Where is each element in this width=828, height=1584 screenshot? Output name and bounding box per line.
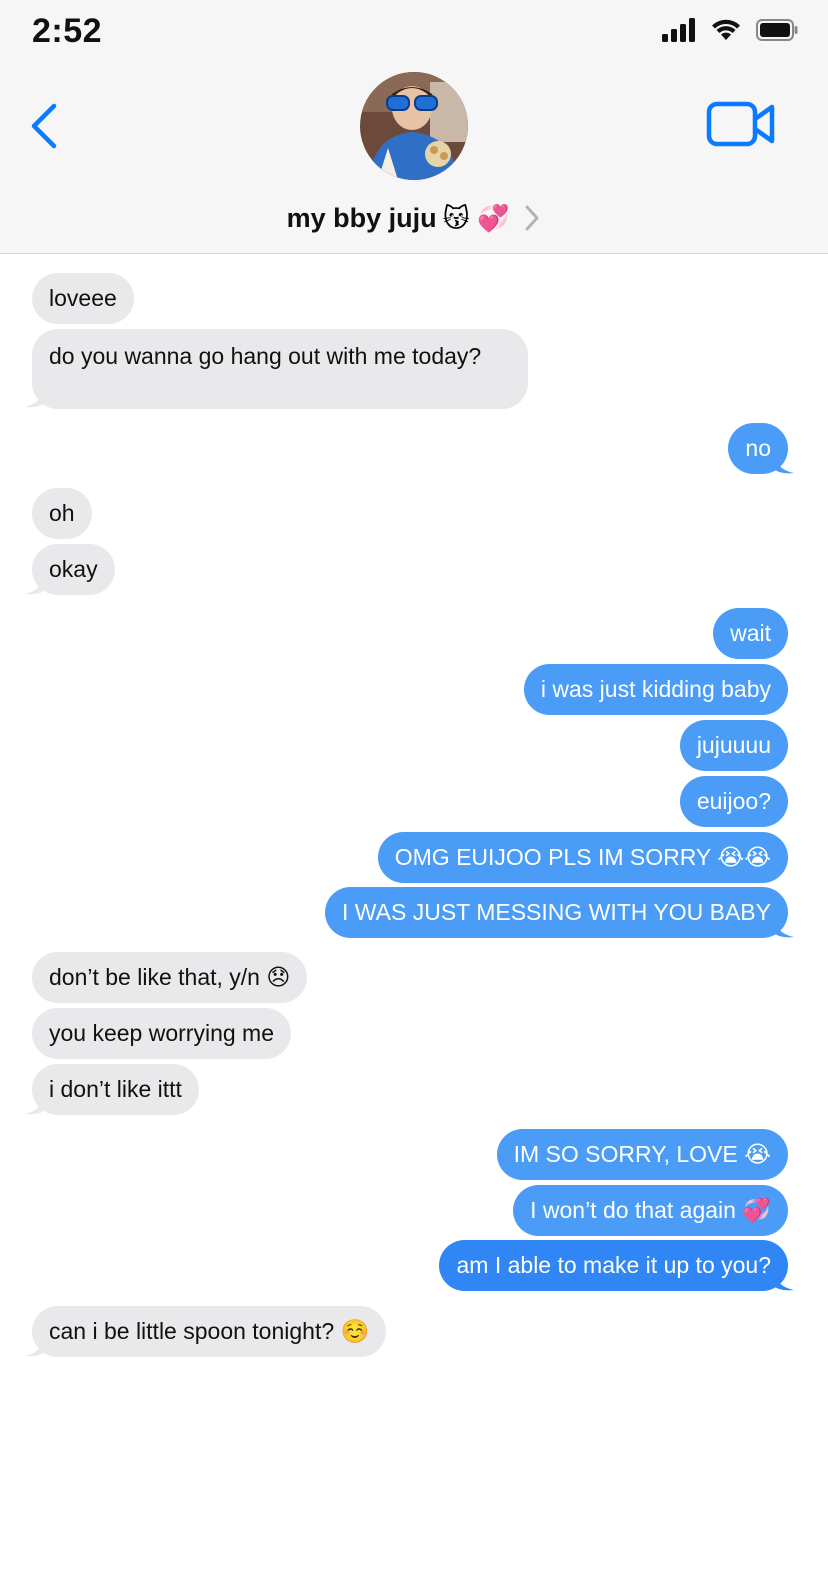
cellular-signal-icon: [662, 18, 695, 42]
back-button[interactable]: [26, 100, 66, 152]
outgoing-bubble-tail: [770, 915, 794, 938]
incoming-message[interactable]: do you wanna go hang out with me today?: [32, 329, 528, 409]
outgoing-bubble-tail: [770, 451, 794, 474]
outgoing-message[interactable]: i was just kidding baby: [523, 664, 788, 715]
outgoing-message[interactable]: wait: [713, 608, 788, 659]
conversation-header: 2:52 my bby juju 😽 💞: [0, 0, 828, 254]
message-row: you keep worrying me: [0, 1008, 828, 1060]
status-icons: [662, 18, 798, 42]
message-row: loveee: [0, 273, 828, 325]
message-row: oh: [0, 488, 828, 540]
message-row: don’t be like that, y/n 😞: [0, 952, 828, 1004]
outgoing-message[interactable]: am I able to make it up to you?: [439, 1240, 788, 1291]
incoming-message[interactable]: you keep worrying me: [32, 1008, 291, 1059]
message-row: i don’t like ittt: [0, 1064, 828, 1116]
message-row: OMG EUIJOO PLS IM SORRY 😭😭: [0, 832, 828, 884]
outgoing-message[interactable]: OMG EUIJOO PLS IM SORRY 😭😭: [377, 832, 788, 883]
contact-emojis: 😽 💞: [442, 202, 510, 233]
contact-name: my bby juju: [286, 202, 437, 233]
incoming-bubble-tail: [24, 385, 48, 408]
outgoing-message[interactable]: I won’t do that again 💞: [513, 1185, 788, 1236]
messages-screen: 2:52 my bby juju 😽 💞 loveee do you wanna…: [0, 0, 828, 1584]
incoming-message[interactable]: oh: [32, 488, 92, 539]
outgoing-message[interactable]: IM SO SORRY, LOVE 😭: [496, 1129, 788, 1180]
contact-title[interactable]: my bby juju 😽 💞: [0, 196, 828, 240]
battery-icon: [756, 19, 798, 41]
video-camera-icon: [706, 101, 775, 147]
incoming-bubble-tail: [24, 572, 48, 595]
incoming-message[interactable]: don’t be like that, y/n 😞: [32, 952, 308, 1003]
video-call-button[interactable]: [706, 98, 778, 152]
message-row: euijoo?: [0, 776, 828, 828]
message-row: i was just kidding baby: [0, 664, 828, 716]
incoming-message[interactable]: i don’t like ittt: [32, 1064, 199, 1115]
incoming-message[interactable]: can i be little spoon tonight? ☺️: [32, 1306, 387, 1357]
outgoing-bubble-tail: [770, 1268, 794, 1291]
contact-avatar[interactable]: [360, 72, 468, 180]
outgoing-message[interactable]: jujuuuu: [679, 720, 788, 771]
status-time: 2:52: [32, 12, 103, 50]
outgoing-message[interactable]: I WAS JUST MESSING WITH YOU BABY: [325, 887, 788, 938]
wifi-icon: [712, 19, 740, 40]
chevron-left-icon: [31, 103, 57, 149]
message-row: wait: [0, 608, 828, 660]
chevron-right-icon: [525, 205, 539, 231]
message-row: I WAS JUST MESSING WITH YOU BABY: [0, 887, 828, 939]
message-row: IM SO SORRY, LOVE 😭: [0, 1129, 828, 1181]
outgoing-message[interactable]: euijoo?: [679, 776, 788, 827]
message-row: no: [0, 423, 828, 475]
message-row: I won’t do that again 💞: [0, 1185, 828, 1237]
message-row: do you wanna go hang out with me today?: [0, 329, 828, 409]
message-row: can i be little spoon tonight? ☺️: [0, 1306, 828, 1358]
avatar-photo: [360, 72, 468, 180]
incoming-message[interactable]: loveee: [32, 273, 134, 324]
message-row: am I able to make it up to you?: [0, 1240, 828, 1292]
message-row: jujuuuu: [0, 720, 828, 772]
incoming-bubble-tail: [24, 1092, 48, 1115]
message-row: okay: [0, 544, 828, 596]
incoming-bubble-tail: [24, 1334, 48, 1357]
